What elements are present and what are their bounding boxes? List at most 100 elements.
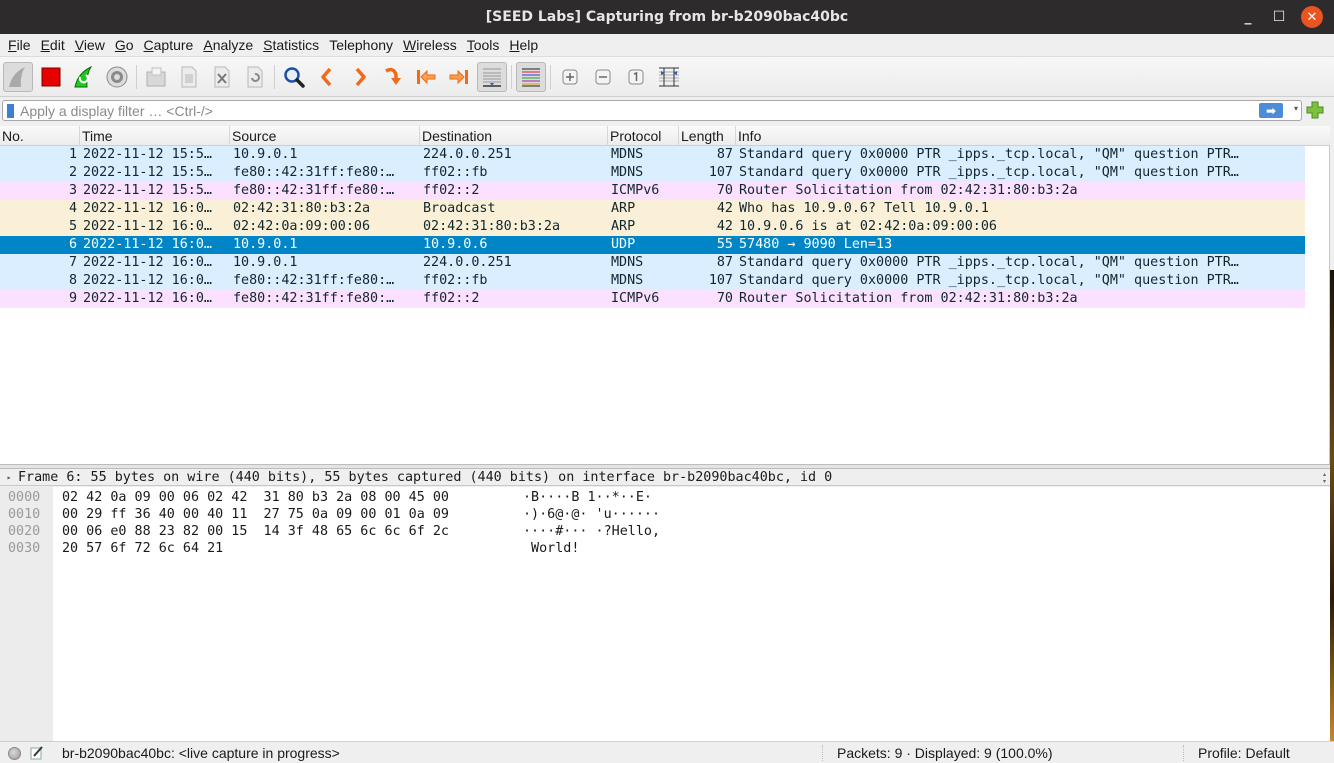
cell-info: Router Solicitation from 02:42:31:80:b3:… [739, 291, 1078, 306]
hex-bytes[interactable]: 00 06 e0 88 23 82 00 15 14 3f 48 65 6c 6… [62, 523, 449, 540]
profile-selector[interactable]: Profile: Default [1198, 745, 1290, 761]
zoom-out-button[interactable] [588, 62, 618, 92]
details-scrollbar[interactable]: ▴ ▾ [1319, 471, 1330, 485]
menu-label-rest: ile [16, 37, 31, 53]
reload-file-button[interactable] [240, 62, 270, 92]
column-header-destination[interactable]: Destination [420, 126, 608, 146]
menu-help[interactable]: Help [504, 37, 543, 53]
packet-row[interactable]: 7 2022-11-12 16:0… 10.9.0.1 224.0.0.251 MDNS… [0, 254, 1305, 272]
cell-len: 87 [716, 147, 733, 162]
find-packet-button[interactable] [279, 62, 309, 92]
column-header-source[interactable]: Source [230, 126, 420, 146]
go-to-packet-button[interactable] [378, 62, 408, 92]
cell-len: 70 [716, 291, 733, 306]
go-last-button[interactable] [444, 62, 474, 92]
status-separator [822, 745, 823, 761]
menu-mnemonic: S [263, 37, 273, 53]
menu-capture[interactable]: Capture [139, 37, 199, 53]
ascii-bytes[interactable]: World! [523, 540, 579, 557]
menu-analyze[interactable]: Analyze [198, 37, 258, 53]
menu-edit[interactable]: Edit [36, 37, 70, 53]
cell-info: 57480 → 9090 Len=13 [739, 237, 893, 252]
menu-label-rest: iew [83, 37, 105, 53]
byte-offset: 0010 [8, 507, 41, 522]
normal-size-button[interactable] [621, 62, 651, 92]
add-filter-button-button[interactable] [1306, 101, 1324, 119]
hex-bytes[interactable]: 00 29 ff 36 40 00 40 11 27 75 0a 09 00 0… [62, 506, 449, 523]
menu-statistics[interactable]: Statistics [258, 37, 324, 53]
cell-proto: ICMPv6 [611, 291, 660, 306]
menu-go[interactable]: Go [110, 37, 139, 53]
colorize-button[interactable] [516, 61, 546, 92]
maximize-button[interactable]: ☐ [1268, 6, 1290, 28]
column-header-no[interactable]: No. [0, 126, 80, 146]
packet-row[interactable]: 2 2022-11-12 15:5… fe80::42:31ff:fe80:… ff0… [0, 164, 1305, 182]
save-file-button[interactable] [174, 62, 204, 92]
column-header-length[interactable]: Length [679, 126, 736, 146]
packet-list[interactable]: No. Time Source Destination Protocol Len… [0, 126, 1330, 464]
close-file-icon [214, 66, 230, 87]
start-capture-button[interactable] [3, 61, 33, 92]
column-header-time[interactable]: Time [80, 126, 230, 146]
cell-src: 02:42:31:80:b3:2a [233, 201, 371, 216]
cell-src: 02:42:0a:09:00:06 [233, 219, 371, 234]
expand-arrow-icon[interactable]: ▸ [0, 473, 18, 482]
cell-time: 2022-11-12 16:0… [83, 219, 212, 234]
go-previous-button[interactable] [312, 62, 342, 92]
bytes-line: 0010 00 29 ff 36 40 00 40 11 27 75 0a 09 … [0, 506, 1330, 523]
go-next-button[interactable] [345, 62, 375, 92]
column-header-info[interactable]: Info [736, 126, 1304, 146]
packet-bytes[interactable]: 0000 02 42 0a 09 00 06 02 42 31 80 b3 2a … [0, 487, 1330, 741]
minimize-button[interactable]: _ [1237, 6, 1259, 28]
packet-row[interactable]: 5 2022-11-12 16:0… 02:42:0a:09:00:06 02:42:… [0, 218, 1305, 236]
close-file-button[interactable] [207, 62, 237, 92]
restart-capture-button[interactable] [69, 62, 99, 92]
zoom-in-button[interactable] [555, 62, 585, 92]
packet-details[interactable]: ▸ Frame 6: 55 bytes on wire (440 bits), … [0, 469, 1330, 486]
normal-size-icon [628, 69, 644, 84]
colorize-icon [522, 68, 540, 86]
auto-scroll-button[interactable] [477, 61, 507, 92]
open-file-button[interactable] [141, 62, 171, 92]
menu-mnemonic: T [466, 37, 474, 53]
stop-capture-button[interactable] [36, 62, 66, 92]
ascii-bytes[interactable]: ·)·6@·@· 'u······ [523, 506, 660, 523]
packet-row[interactable]: 6 2022-11-12 16:0… 10.9.0.1 10.9.0.6 UDP 55 57… [0, 236, 1305, 254]
frame-summary[interactable]: Frame 6: 55 bytes on wire (440 bits), 55… [18, 470, 832, 485]
packet-row[interactable]: 3 2022-11-12 15:5… fe80::42:31ff:fe80:… ff0… [0, 182, 1305, 200]
close-button[interactable]: ✕ [1301, 6, 1323, 28]
display-filter-input[interactable]: Apply a display filter … <Ctrl-/> ➡ ▾ [2, 100, 1302, 121]
packet-row[interactable]: 8 2022-11-12 16:0… fe80::42:31ff:fe80:… ff0… [0, 272, 1305, 290]
cell-time: 2022-11-12 16:0… [83, 255, 212, 270]
column-header-protocol[interactable]: Protocol [608, 126, 679, 146]
apply-filter-button[interactable]: ➡ [1259, 103, 1283, 118]
packet-row[interactable]: 4 2022-11-12 16:0… 02:42:31:80:b3:2a Broadc… [0, 200, 1305, 218]
resize-columns-button[interactable] [654, 62, 684, 92]
capture-options-button[interactable] [102, 62, 132, 92]
bytes-line: 0030 20 57 6f 72 6c 64 21 World! [0, 540, 1330, 557]
hex-bytes[interactable]: 02 42 0a 09 00 06 02 42 31 80 b3 2a 08 0… [62, 489, 449, 506]
cell-info: Standard query 0x0000 PTR _ipps._tcp.loc… [739, 165, 1239, 180]
filter-history-dropdown[interactable]: ▾ [1294, 104, 1298, 113]
menu-label-rest: ireless [416, 37, 457, 53]
shark-fin-icon [9, 66, 25, 87]
menu-mnemonic: E [40, 37, 50, 53]
menu-file[interactable]: File [3, 37, 36, 53]
hex-bytes[interactable]: 20 57 6f 72 6c 64 21 [62, 540, 223, 557]
packet-row[interactable]: 9 2022-11-12 16:0… fe80::42:31ff:fe80:… ff0… [0, 290, 1305, 308]
menu-wireless[interactable]: Wireless [398, 37, 462, 53]
cell-time: 2022-11-12 16:0… [83, 201, 212, 216]
expert-info-icon[interactable] [8, 747, 21, 760]
menu-view[interactable]: View [70, 37, 110, 53]
ascii-bytes[interactable]: ····#··· ·?Hello, [523, 523, 660, 540]
bookmark-icon[interactable] [7, 103, 14, 118]
packet-row[interactable]: 1 2022-11-12 15:5… 10.9.0.1 224.0.0.251 MDNS… [0, 146, 1305, 164]
cell-proto: MDNS [611, 147, 644, 162]
menu-tools[interactable]: Tools [462, 37, 505, 53]
cell-time: 2022-11-12 15:5… [83, 147, 212, 162]
menu-label-rest: o [125, 37, 134, 53]
capture-comment-icon[interactable] [30, 746, 44, 760]
go-first-button[interactable] [411, 62, 441, 92]
ascii-bytes[interactable]: ·B····B 1··*··E· [523, 489, 652, 506]
menu-telephony[interactable]: Telephony [324, 37, 398, 53]
